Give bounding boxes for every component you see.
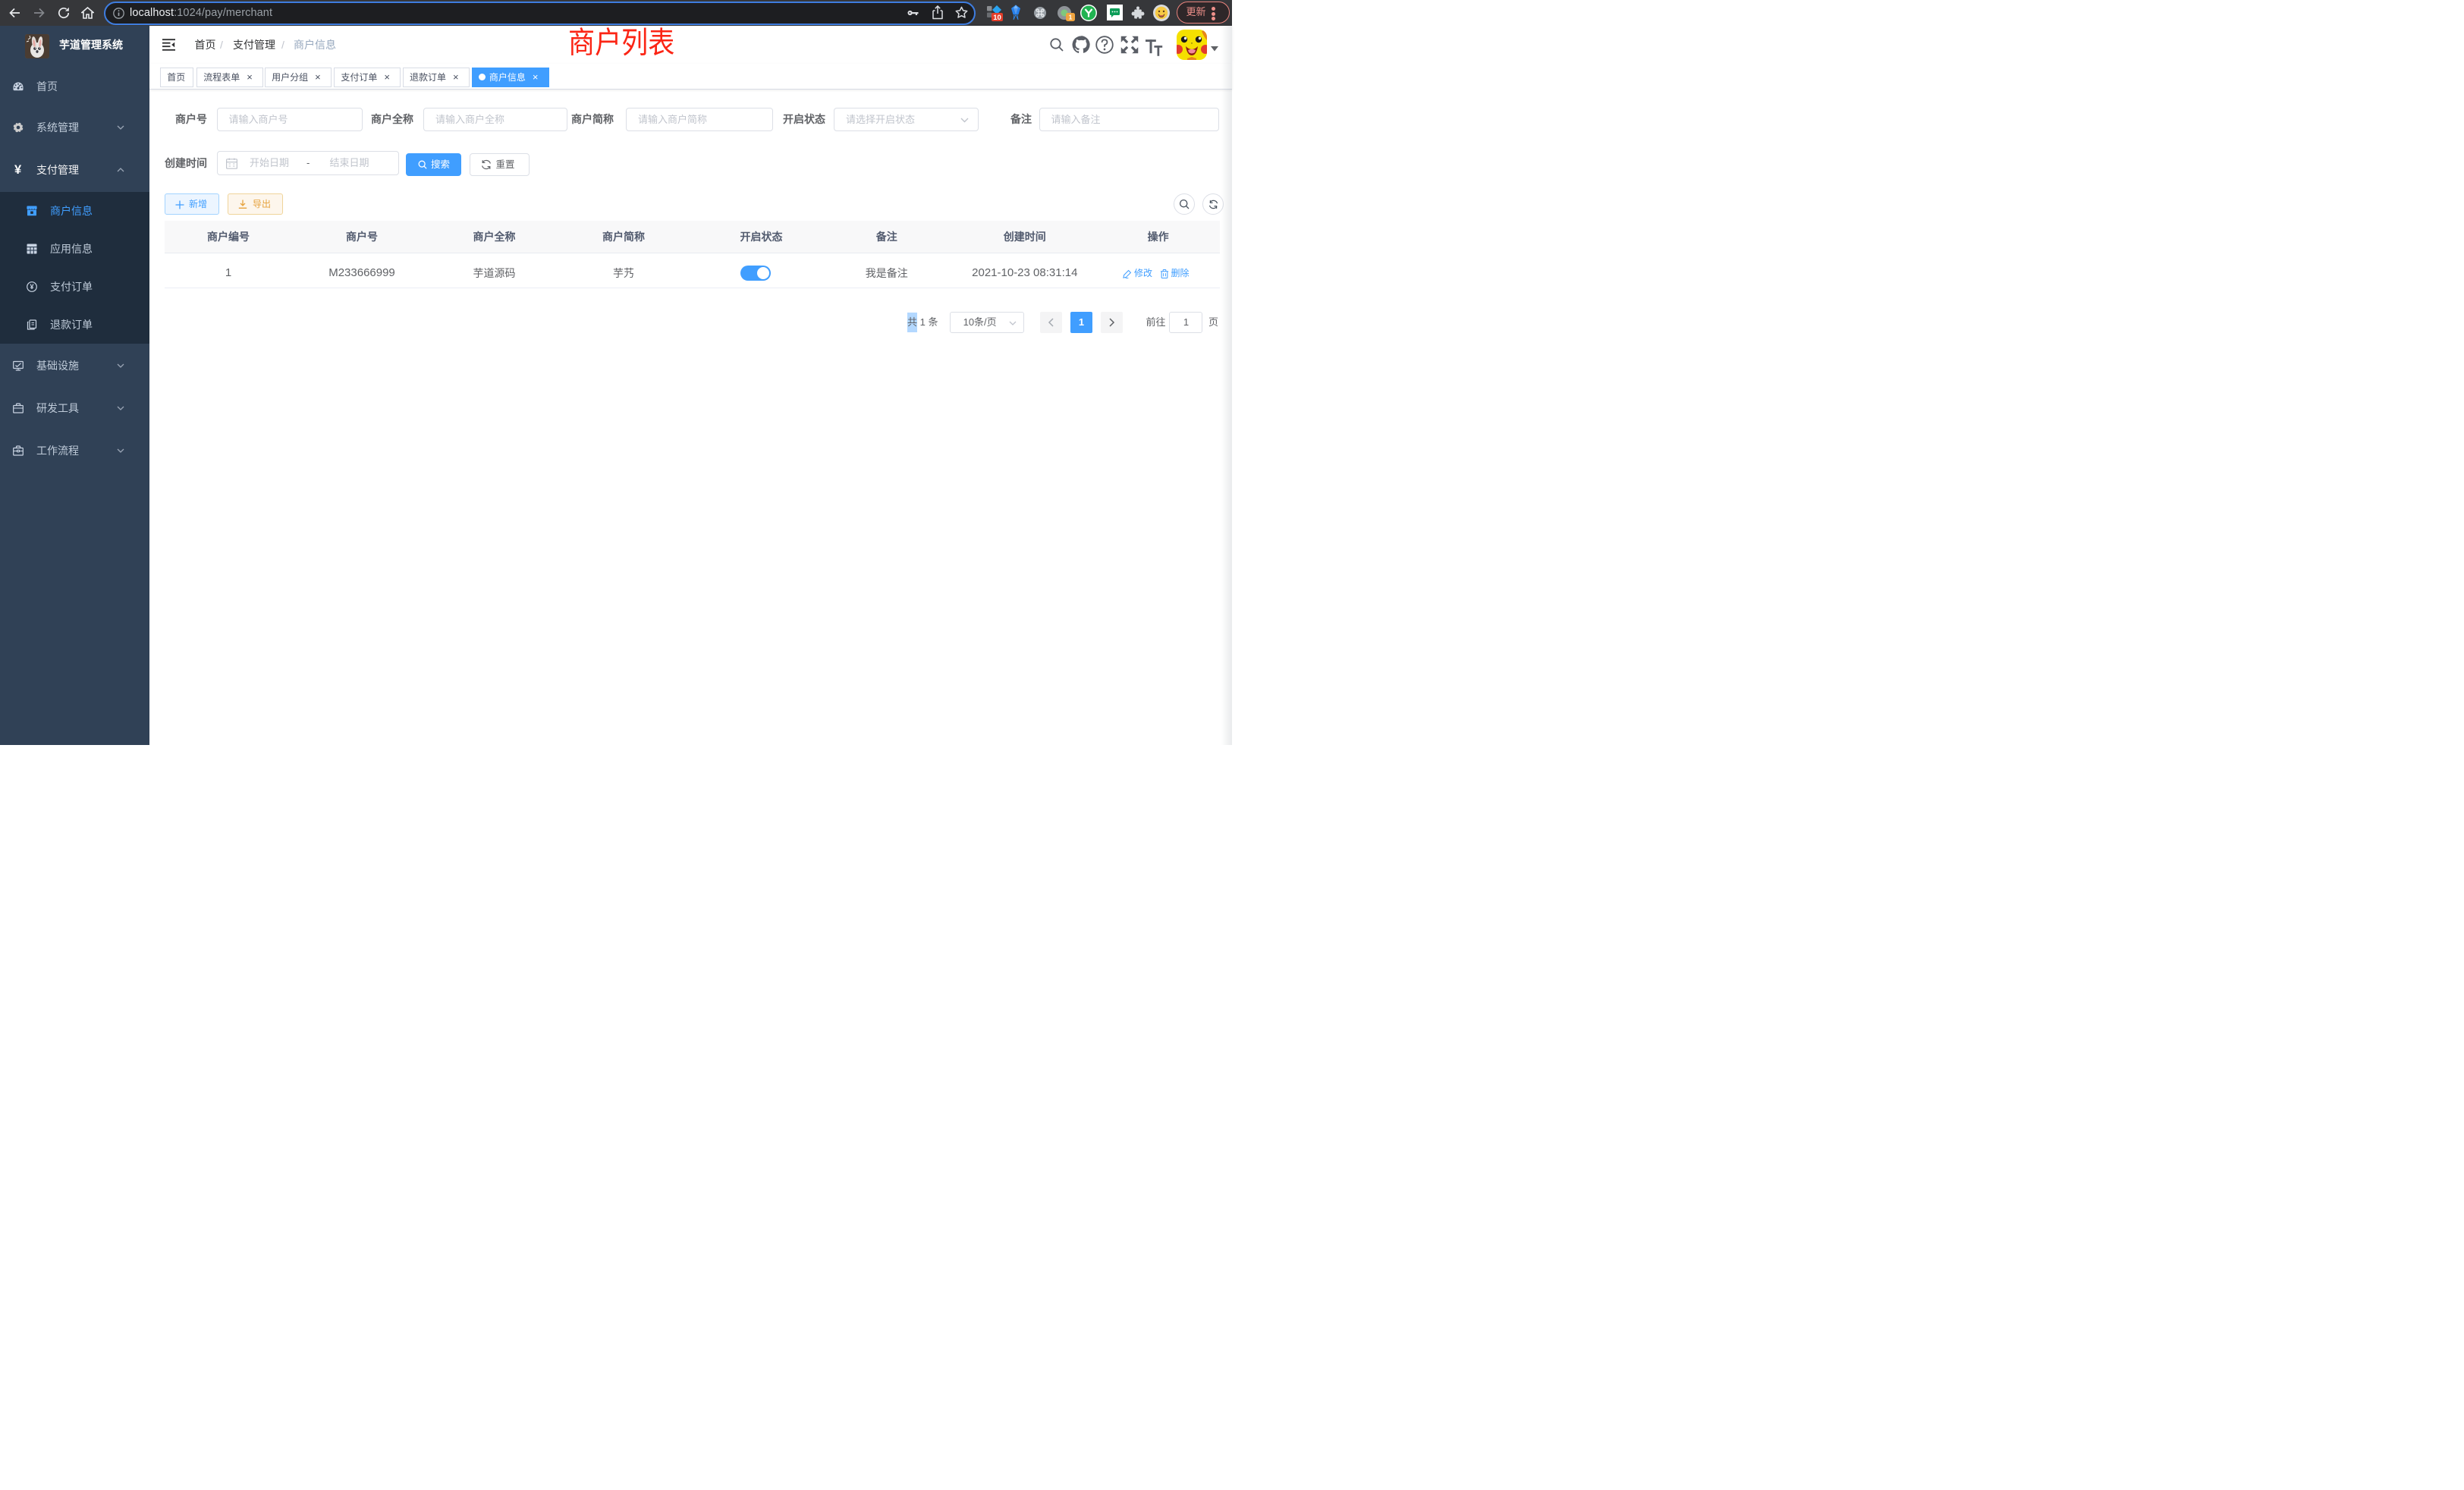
svg-text:10: 10 — [993, 14, 1001, 21]
svg-text:1: 1 — [1069, 14, 1073, 21]
svg-text:¥: ¥ — [30, 283, 33, 291]
